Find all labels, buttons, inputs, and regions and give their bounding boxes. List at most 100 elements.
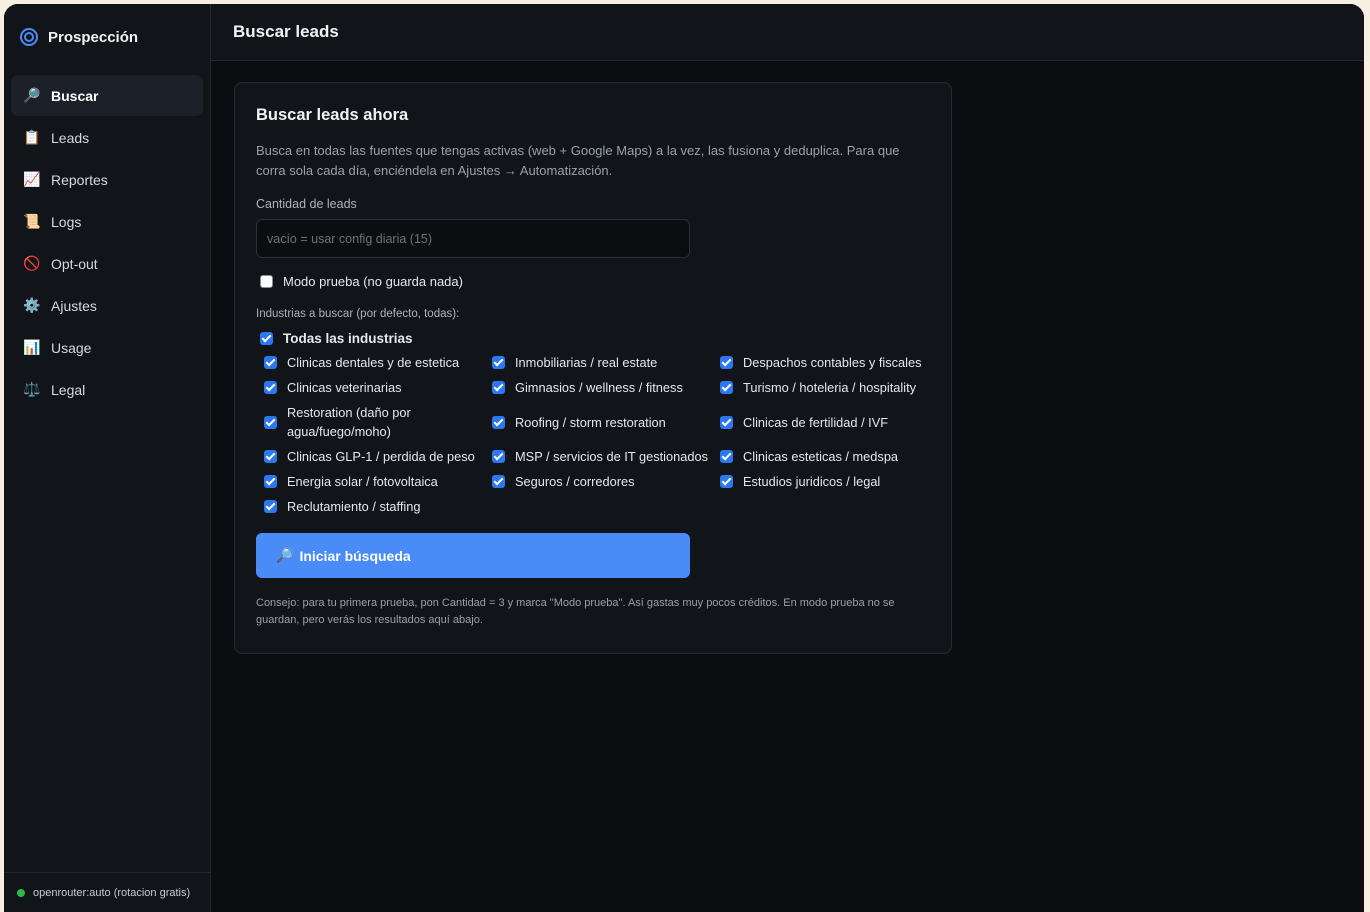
industry-option[interactable]: Seguros / corredores: [484, 472, 712, 491]
test-mode-checkbox[interactable]: [260, 275, 273, 288]
industry-option[interactable]: Reclutamiento / staffing: [256, 497, 484, 516]
industry-checkbox[interactable]: [264, 500, 277, 513]
industry-option[interactable]: Energia solar / fotovoltaica: [256, 472, 484, 491]
quantity-input[interactable]: [256, 219, 690, 258]
industry-checkbox[interactable]: [720, 475, 733, 488]
industry-checkbox[interactable]: [264, 356, 277, 369]
start-search-button[interactable]: 🔎 Iniciar búsqueda: [256, 533, 690, 578]
industry-label: Seguros / corredores: [515, 474, 635, 489]
industry-option[interactable]: Inmobiliarias / real estate: [484, 353, 712, 372]
sidebar-item-label: Logs: [51, 213, 82, 230]
app-window: Prospección 🔎 Buscar 📋 Leads 📈 Reportes 📜 Logs 🚫…: [4, 4, 1364, 912]
quantity-label: Cantidad de leads: [256, 197, 357, 211]
industry-label: MSP / servicios de IT gestionados: [515, 449, 708, 464]
chart-up-icon: 📈: [23, 171, 41, 187]
gear-icon: ⚙️: [23, 297, 41, 313]
magnifier-icon: 🔎: [23, 87, 41, 103]
brand-name: Prospección: [48, 28, 139, 46]
sidebar-item-label: Ajustes: [51, 297, 97, 314]
page-title: Buscar leads: [233, 22, 339, 41]
tip-text: Consejo: para tu primera prueba, pon Can…: [256, 597, 895, 626]
industry-checkbox[interactable]: [264, 450, 277, 463]
industries-grid: Clinicas dentales y de estetica Inmobilia…: [256, 353, 930, 516]
industry-option[interactable]: Clinicas esteticas / medspa: [712, 447, 922, 466]
industry-label: Clinicas GLP-1 / perdida de peso: [287, 449, 475, 464]
industry-option[interactable]: Turismo / hoteleria / hospitality: [712, 378, 922, 397]
industry-checkbox[interactable]: [720, 450, 733, 463]
sidebar-item-label: Legal: [51, 381, 86, 398]
sidebar-item-logs[interactable]: 📜 Logs: [11, 201, 203, 242]
industry-checkbox[interactable]: [492, 450, 505, 463]
sidebar-item-label: Buscar: [51, 87, 99, 104]
sidebar-item-label: Opt-out: [51, 255, 98, 272]
start-search-label: Iniciar búsqueda: [299, 547, 411, 564]
all-industries-option[interactable]: Todas las industrias: [256, 331, 930, 346]
industry-checkbox[interactable]: [264, 415, 277, 429]
industry-checkbox[interactable]: [492, 415, 505, 429]
industry-option[interactable]: Clinicas veterinarias: [256, 378, 484, 397]
test-mode-label: Modo prueba (no guarda nada): [283, 274, 463, 289]
industries-label: Industrias a buscar (por defecto, todas)…: [256, 308, 460, 320]
clipboard-icon: 📋: [23, 129, 41, 145]
industry-label: Despachos contables y fiscales: [743, 355, 922, 370]
sidebar-item-opt-out[interactable]: 🚫 Opt-out: [11, 243, 203, 284]
model-status: openrouter:auto (rotacion gratis): [4, 872, 210, 912]
card-description: Busca en todas las fuentes que tengas ac…: [256, 143, 900, 178]
industry-label: Restoration (daño por agua/fuego/moho): [287, 405, 411, 439]
prohibited-icon: 🚫: [23, 255, 41, 271]
industry-label: Roofing / storm restoration: [515, 414, 666, 430]
card-title: Buscar leads ahora: [256, 106, 409, 124]
industry-checkbox[interactable]: [492, 381, 505, 394]
industry-option[interactable]: Roofing / storm restoration: [484, 413, 712, 432]
sidebar-item-label: Reportes: [51, 171, 108, 188]
all-industries-label: Todas las industrias: [283, 331, 413, 346]
industry-label: Gimnasios / wellness / fitness: [515, 380, 683, 395]
all-industries-checkbox[interactable]: [260, 332, 273, 345]
sidebar-item-label: Usage: [51, 339, 92, 356]
industry-label: Estudios juridicos / legal: [743, 474, 881, 489]
status-dot-icon: [17, 888, 25, 897]
industry-checkbox[interactable]: [720, 415, 733, 429]
test-mode-option[interactable]: Modo prueba (no guarda nada): [256, 274, 930, 289]
scales-icon: ⚖️: [23, 381, 41, 397]
sidebar-item-legal[interactable]: ⚖️ Legal: [11, 369, 203, 410]
sidebar-item-buscar[interactable]: 🔎 Buscar: [11, 75, 203, 116]
model-status-text: openrouter:auto (rotacion gratis): [33, 886, 191, 899]
industry-option[interactable]: Clinicas dentales y de estetica: [256, 353, 484, 372]
main-content: Buscar leads Buscar leads ahora Busca en…: [211, 4, 1364, 912]
industry-label: Clinicas dentales y de estetica: [287, 355, 460, 370]
search-card: Buscar leads ahora Busca en todas las fu…: [234, 82, 952, 654]
industry-label: Reclutamiento / staffing: [287, 499, 421, 514]
industry-checkbox[interactable]: [720, 356, 733, 369]
sidebar: Prospección 🔎 Buscar 📋 Leads 📈 Reportes 📜 Logs 🚫…: [4, 4, 211, 912]
industry-option[interactable]: MSP / servicios de IT gestionados: [484, 447, 712, 466]
sidebar-item-leads[interactable]: 📋 Leads: [11, 117, 203, 158]
industry-label: Clinicas esteticas / medspa: [743, 449, 899, 464]
target-icon: [20, 28, 38, 46]
industry-label: Energia solar / fotovoltaica: [287, 474, 438, 489]
industry-checkbox[interactable]: [492, 356, 505, 369]
magnifier-icon: 🔎: [276, 547, 294, 563]
industry-option[interactable]: Restoration (daño por agua/fuego/moho): [256, 403, 484, 441]
brand[interactable]: Prospección: [4, 4, 210, 70]
industry-label: Clinicas de fertilidad / IVF: [743, 414, 889, 430]
page-header: Buscar leads: [211, 4, 1364, 61]
industry-checkbox[interactable]: [492, 475, 505, 488]
scroll-icon: 📜: [23, 213, 41, 229]
sidebar-item-reportes[interactable]: 📈 Reportes: [11, 159, 203, 200]
industry-checkbox[interactable]: [264, 475, 277, 488]
industry-option[interactable]: Gimnasios / wellness / fitness: [484, 378, 712, 397]
industry-option[interactable]: Despachos contables y fiscales: [712, 353, 922, 372]
industry-option[interactable]: Estudios juridicos / legal: [712, 472, 922, 491]
industry-checkbox[interactable]: [720, 381, 733, 394]
industry-label: Inmobiliarias / real estate: [515, 355, 658, 370]
industry-option[interactable]: Clinicas GLP-1 / perdida de peso: [256, 447, 484, 466]
industry-checkbox[interactable]: [264, 381, 277, 394]
sidebar-item-label: Leads: [51, 129, 90, 146]
industry-option[interactable]: Clinicas de fertilidad / IVF: [712, 413, 922, 432]
bar-chart-icon: 📊: [23, 339, 41, 355]
industry-label: Turismo / hoteleria / hospitality: [743, 380, 917, 395]
sidebar-item-usage[interactable]: 📊 Usage: [11, 327, 203, 368]
sidebar-nav: 🔎 Buscar 📋 Leads 📈 Reportes 📜 Logs 🚫 Opt-out ⚙️ Aju…: [4, 70, 210, 410]
sidebar-item-ajustes[interactable]: ⚙️ Ajustes: [11, 285, 203, 326]
